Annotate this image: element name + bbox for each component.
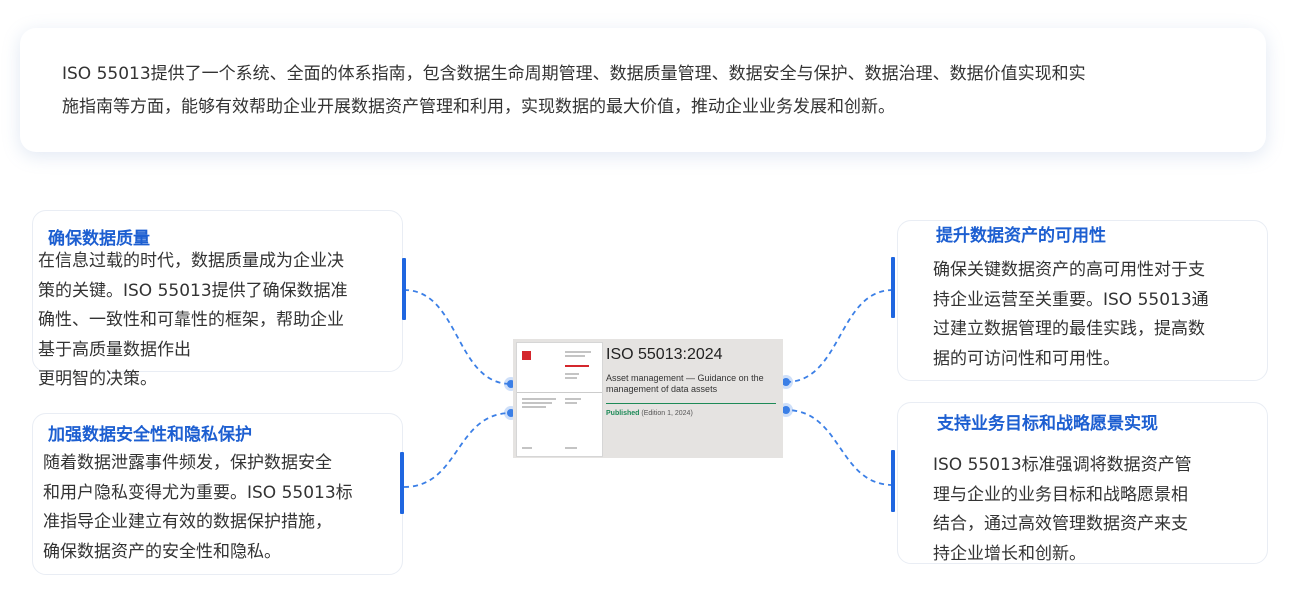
card-title-data-quality: 确保数据质量 [48,229,150,249]
document-subtitle: Asset management — Guidance on the manag… [606,373,764,394]
iso-document-preview: ISO 55013:2024 Asset management — Guidan… [513,339,783,458]
document-rule [606,403,776,404]
document-cover-thumbnail [516,342,603,457]
card-body-data-availability: 确保关键数据资产的高可用性对于支 持企业运营至关重要。ISO 55013通 过建… [933,260,1209,369]
card-body-data-security: 随着数据泄露事件频发，保护数据安全 和用户隐私变得尤为重要。ISO 55013标… [43,453,353,562]
document-edition: (Edition 1, 2024) [641,410,693,417]
document-status: Published (Edition 1, 2024) [606,410,693,417]
card-title-business-strategy: 支持业务目标和战略愿景实现 [937,414,1158,434]
iso-logo-icon [522,351,531,360]
card-title-data-security: 加强数据安全性和隐私保护 [48,425,252,445]
connector-strategy [785,409,894,486]
accent-bar-data-availability [891,257,895,318]
card-body-business-strategy: ISO 55013标准强调将数据资产管 理与企业的业务目标和战略愿景相 结合，通… [933,455,1192,564]
card-title-data-availability: 提升数据资产的可用性 [936,226,1106,246]
accent-bar-data-security [400,452,404,514]
accent-bar-business-strategy [891,450,895,512]
connector-quality [403,289,512,385]
card-body-data-quality: 在信息过载的时代，数据质量成为企业决 策的关键。ISO 55013提供了确保数据… [38,251,348,389]
connector-availability [785,289,894,383]
document-title: ISO 55013:2024 [606,346,723,363]
connector-security [403,412,512,488]
document-status-label: Published [606,410,640,417]
accent-bar-data-quality [402,258,406,320]
